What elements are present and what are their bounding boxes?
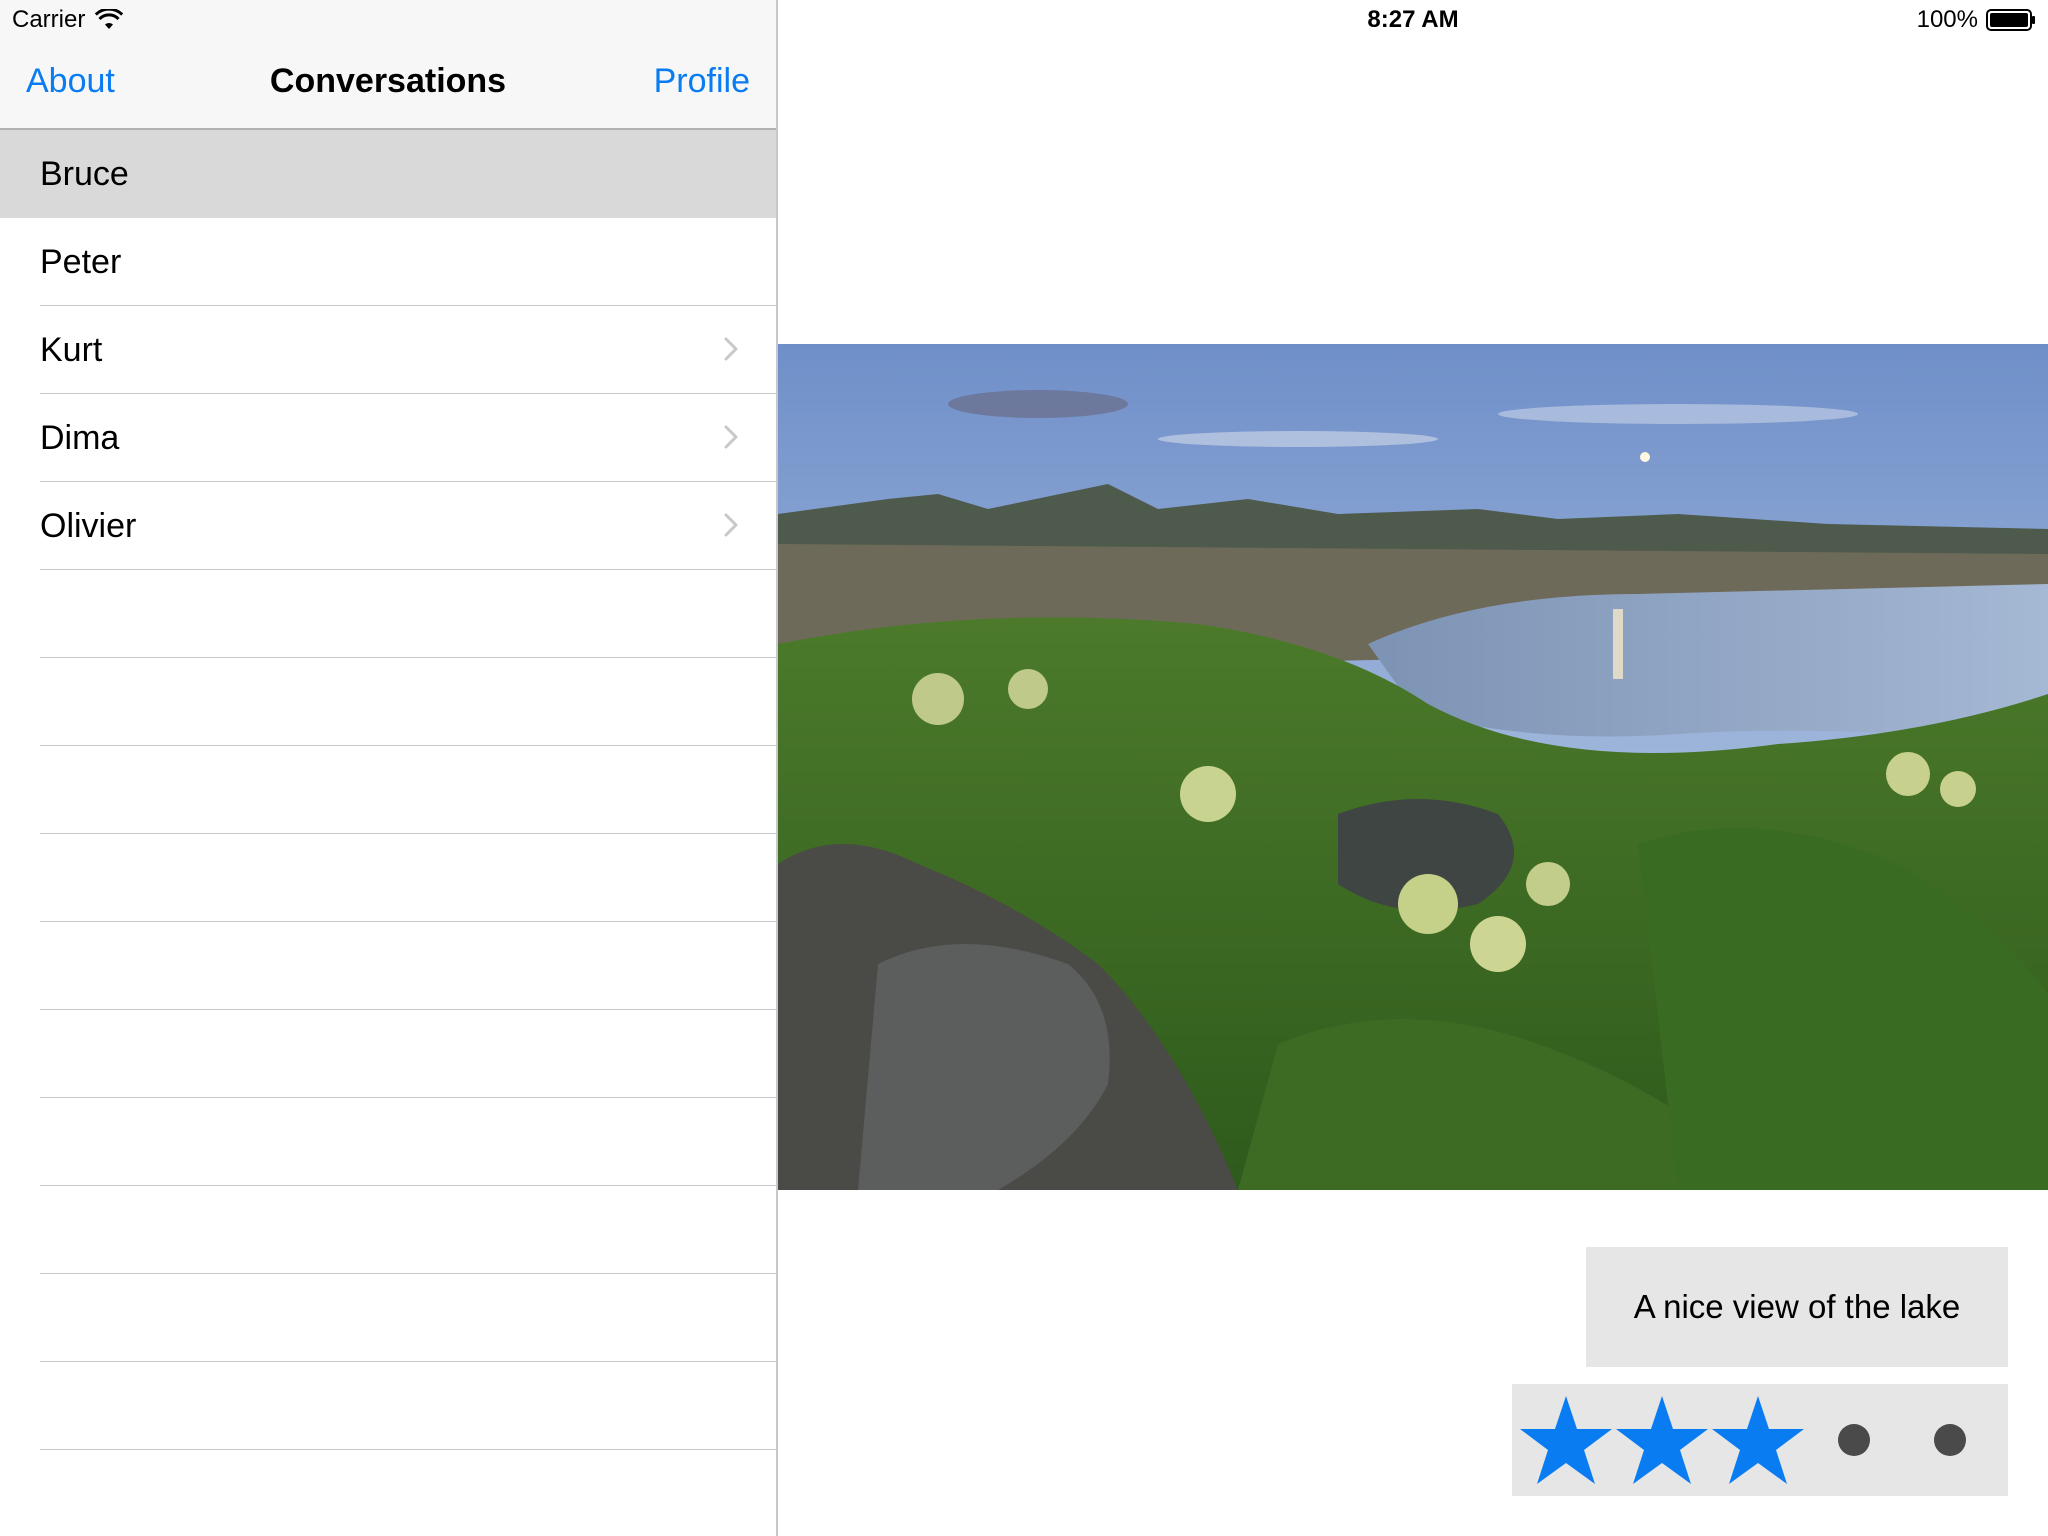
rating-control[interactable] [1512, 1384, 2008, 1496]
landscape-image [778, 344, 2048, 1190]
empty-row [0, 1450, 776, 1536]
empty-row [0, 1186, 776, 1274]
carrier-label: Carrier [12, 6, 86, 33]
conversation-name: Bruce [40, 155, 129, 193]
wifi-icon [95, 9, 124, 29]
empty-row [0, 658, 776, 746]
empty-row [0, 746, 776, 834]
conversation-list: Bruce Peter Kurt Dima Olivier [0, 130, 776, 1536]
empty-row [0, 1274, 776, 1362]
star-empty-dot[interactable] [1838, 1424, 1870, 1456]
battery-icon [1986, 9, 2035, 31]
lake-photo [778, 344, 2048, 1190]
empty-row [0, 570, 776, 658]
conversation-name: Peter [40, 243, 122, 281]
star-filled-icon[interactable] [1710, 1392, 1806, 1488]
star-empty-dot[interactable] [1934, 1424, 1966, 1456]
status-bar-time: 8:27 AM [1367, 6, 1459, 33]
photo-caption: A nice view of the lake [1586, 1247, 2008, 1367]
empty-row [0, 834, 776, 922]
status-bar-battery: 100% [1917, 6, 2036, 34]
battery-percent: 100% [1916, 6, 1978, 33]
star-filled-icon[interactable] [1518, 1392, 1614, 1488]
conversation-row[interactable]: Olivier [0, 482, 776, 570]
empty-row [0, 922, 776, 1010]
conversation-row[interactable]: Bruce [0, 130, 776, 218]
app-window: Carrier About Conversations Profile Bruc… [0, 0, 2048, 1536]
conversation-name: Olivier [40, 507, 137, 545]
profile-button[interactable]: Profile [654, 62, 750, 101]
chevron-right-icon [724, 337, 738, 361]
conversation-row[interactable]: Kurt [0, 306, 776, 394]
empty-row [0, 1010, 776, 1098]
navigation-bar: Carrier About Conversations Profile [0, 0, 776, 130]
conversation-name: Dima [40, 419, 120, 457]
conversation-row[interactable]: Peter [0, 218, 776, 306]
conversations-sidebar: Carrier About Conversations Profile Bruc… [0, 0, 778, 1536]
conversation-name: Kurt [40, 331, 103, 369]
conversation-row[interactable]: Dima [0, 394, 776, 482]
star-filled-icon[interactable] [1614, 1392, 1710, 1488]
chevron-right-icon [724, 513, 738, 537]
chevron-right-icon [724, 425, 738, 449]
empty-row [0, 1098, 776, 1186]
empty-row [0, 1362, 776, 1450]
status-bar-left: Carrier [12, 6, 124, 34]
